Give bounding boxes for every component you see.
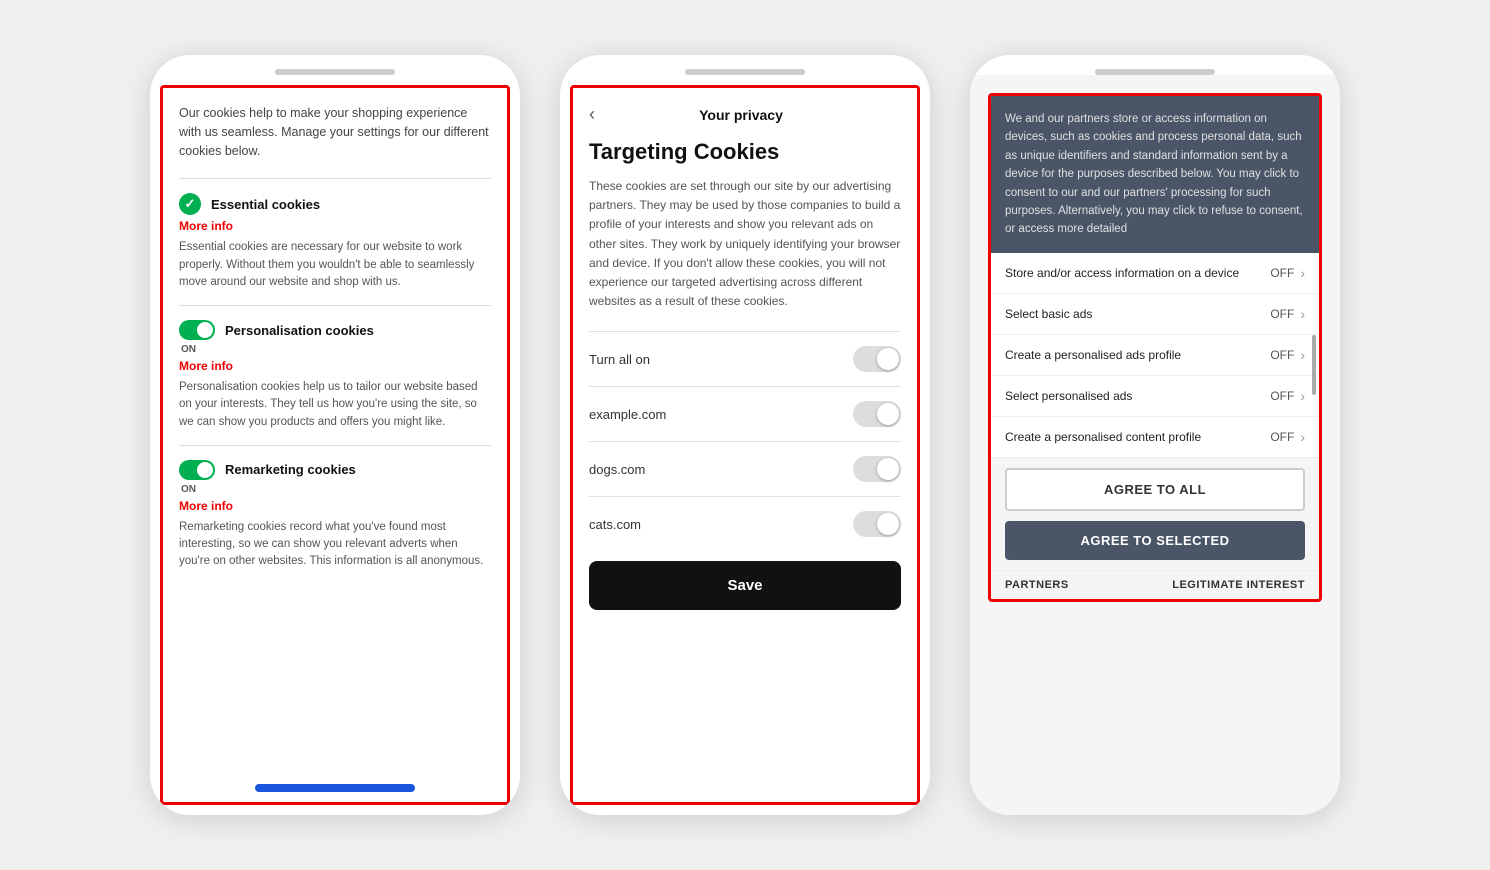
store-access-value: OFF	[1270, 266, 1294, 280]
phone-1-intro: Our cookies help to make your shopping e…	[179, 104, 491, 160]
basic-ads-right: OFF ›	[1270, 306, 1305, 322]
basic-ads-value: OFF	[1270, 307, 1294, 321]
turn-all-toggle[interactable]	[853, 346, 901, 372]
toggle-row-turn-all: Turn all on	[589, 331, 901, 386]
personalisation-toggle[interactable]	[179, 320, 215, 340]
consent-row-personalised-ads: Select personalised ads OFF ›	[991, 376, 1319, 417]
remarketing-cookies-desc: Remarketing cookies record what you've f…	[179, 519, 491, 571]
personalised-ads-right: OFF ›	[1270, 388, 1305, 404]
personalised-ads-value: OFF	[1270, 389, 1294, 403]
content-profile-right: OFF ›	[1270, 429, 1305, 445]
back-header: ‹ Your privacy	[589, 104, 901, 125]
cats-toggle[interactable]	[853, 511, 901, 537]
phone-3-red-box: We and our partners store or access info…	[988, 93, 1322, 602]
phone-3-desc: We and our partners store or access info…	[991, 96, 1319, 253]
phone-1: Our cookies help to make your shopping e…	[150, 55, 520, 815]
essential-more-info[interactable]: More info	[179, 219, 491, 233]
store-access-chevron[interactable]: ›	[1300, 265, 1305, 281]
phone-2-content: ‹ Your privacy Targeting Cookies These c…	[573, 88, 917, 802]
essential-cookies-desc: Essential cookies are necessary for our …	[179, 239, 491, 291]
personalisation-toggle-knob	[197, 322, 213, 338]
remarketing-on-label: ON	[181, 484, 491, 495]
remarketing-more-info[interactable]: More info	[179, 499, 491, 513]
personalisation-more-info[interactable]: More info	[179, 359, 491, 373]
phone-3: We and our partners store or access info…	[970, 55, 1340, 815]
targeting-cookies-desc: These cookies are set through our site b…	[589, 177, 901, 311]
targeting-cookies-title: Targeting Cookies	[589, 139, 901, 165]
essential-check-icon	[179, 193, 201, 215]
scrollbar[interactable]	[1312, 335, 1316, 395]
toggle-row-dogs: dogs.com	[589, 441, 901, 496]
cats-toggle-knob	[877, 513, 899, 535]
personalisation-cookies-section: Personalisation cookies ON More info Per…	[179, 305, 491, 431]
agree-all-button[interactable]: AGREE TO ALL	[1005, 468, 1305, 511]
phone-2-red-box: ‹ Your privacy Targeting Cookies These c…	[570, 85, 920, 805]
example-label: example.com	[589, 407, 666, 422]
personalisation-on-label: ON	[181, 344, 491, 355]
header-title: Your privacy	[605, 107, 877, 123]
remarketing-cookies-header: Remarketing cookies	[179, 460, 491, 480]
toggle-row-cats: cats.com	[589, 496, 901, 551]
dogs-toggle-knob	[877, 458, 899, 480]
phone-2: ‹ Your privacy Targeting Cookies These c…	[560, 55, 930, 815]
turn-all-label: Turn all on	[589, 352, 650, 367]
example-toggle[interactable]	[853, 401, 901, 427]
content-profile-label: Create a personalised content profile	[1005, 430, 1270, 444]
remarketing-toggle[interactable]	[179, 460, 215, 480]
phone-3-screen: We and our partners store or access info…	[970, 75, 1340, 815]
consent-row-basic-ads: Select basic ads OFF ›	[991, 294, 1319, 335]
phone-1-bottom	[163, 774, 507, 802]
phone-1-red-box: Our cookies help to make your shopping e…	[160, 85, 510, 805]
personalisation-cookies-desc: Personalisation cookies help us to tailo…	[179, 379, 491, 431]
turn-all-toggle-knob	[877, 348, 899, 370]
phone-2-screen: ‹ Your privacy Targeting Cookies These c…	[560, 75, 930, 815]
content-profile-chevron[interactable]: ›	[1300, 429, 1305, 445]
store-access-right: OFF ›	[1270, 265, 1305, 281]
partners-label[interactable]: PARTNERS	[1005, 579, 1069, 591]
toggle-row-example: example.com	[589, 386, 901, 441]
remarketing-cookies-title: Remarketing cookies	[225, 462, 356, 477]
personalised-ads-chevron[interactable]: ›	[1300, 388, 1305, 404]
essential-cookies-section: Essential cookies More info Essential co…	[179, 178, 491, 291]
personalisation-cookies-header: Personalisation cookies	[179, 320, 491, 340]
content-profile-value: OFF	[1270, 430, 1294, 444]
phone-1-content: Our cookies help to make your shopping e…	[163, 88, 507, 774]
back-arrow-icon[interactable]: ‹	[589, 104, 595, 125]
dogs-toggle[interactable]	[853, 456, 901, 482]
essential-cookies-title: Essential cookies	[211, 197, 320, 212]
store-access-label: Store and/or access information on a dev…	[1005, 266, 1270, 280]
basic-ads-chevron[interactable]: ›	[1300, 306, 1305, 322]
consent-rows-container: Store and/or access information on a dev…	[991, 253, 1319, 458]
dogs-label: dogs.com	[589, 462, 645, 477]
partners-row: PARTNERS LEGITIMATE INTEREST	[991, 570, 1319, 599]
personalised-profile-value: OFF	[1270, 348, 1294, 362]
personalised-ads-label: Select personalised ads	[1005, 389, 1270, 403]
example-toggle-knob	[877, 403, 899, 425]
personalisation-cookies-title: Personalisation cookies	[225, 323, 374, 338]
phone-3-dark-section: We and our partners store or access info…	[991, 96, 1319, 253]
remarketing-cookies-section: Remarketing cookies ON More info Remarke…	[179, 445, 491, 571]
personalised-profile-chevron[interactable]: ›	[1300, 347, 1305, 363]
consent-row-store: Store and/or access information on a dev…	[991, 253, 1319, 294]
cats-label: cats.com	[589, 517, 641, 532]
phones-container: Our cookies help to make your shopping e…	[0, 35, 1490, 835]
personalised-profile-label: Create a personalised ads profile	[1005, 348, 1270, 362]
consent-row-content-profile: Create a personalised content profile OF…	[991, 417, 1319, 458]
save-button[interactable]: Save	[589, 561, 901, 610]
basic-ads-label: Select basic ads	[1005, 307, 1270, 321]
consent-row-personalised-profile: Create a personalised ads profile OFF ›	[991, 335, 1319, 376]
essential-cookies-header: Essential cookies	[179, 193, 491, 215]
remarketing-toggle-knob	[197, 462, 213, 478]
legitimate-interest-label[interactable]: LEGITIMATE INTEREST	[1172, 579, 1305, 591]
phone-1-screen: Our cookies help to make your shopping e…	[150, 75, 520, 815]
agree-selected-button[interactable]: AGREE TO SELECTED	[1005, 521, 1305, 560]
blue-progress-bar	[255, 784, 415, 792]
personalised-profile-right: OFF ›	[1270, 347, 1305, 363]
